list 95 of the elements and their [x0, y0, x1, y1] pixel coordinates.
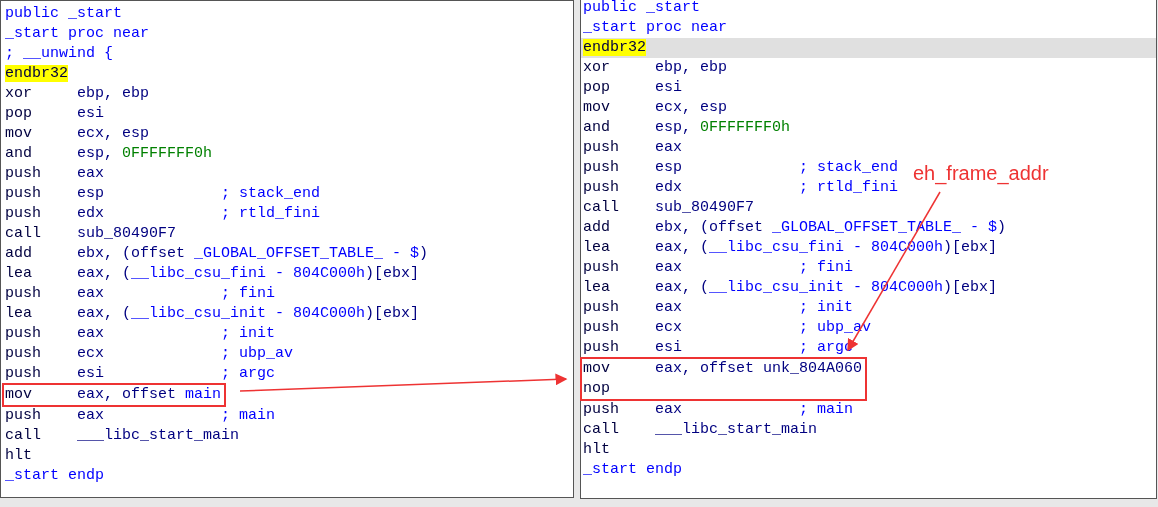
directive-text: _start endp — [5, 466, 105, 486]
instruction-mnemonic: push — [5, 285, 41, 302]
code-comment: ; argc — [221, 364, 275, 384]
instruction-mnemonic: push — [5, 185, 41, 202]
operand-text: edx — [77, 204, 105, 224]
instruction-mnemonic: lea — [5, 305, 32, 322]
operand-text: esp — [77, 184, 105, 204]
instruction-mnemonic: xor — [5, 85, 32, 102]
operand-text: eax — [655, 138, 682, 158]
instruction-mnemonic: nop — [583, 380, 610, 397]
code-comment: ; stack_end — [799, 158, 899, 178]
operand-text: eax — [655, 400, 683, 420]
instruction-mnemonic: xor — [583, 59, 610, 76]
instruction-mnemonic: and — [583, 119, 610, 136]
operand-text: sub_80490F7 — [655, 198, 755, 218]
code-comment: ; main — [799, 400, 853, 420]
instruction-mnemonic: push — [5, 345, 41, 362]
operand-text: esi — [655, 78, 682, 98]
instruction-mnemonic: mov — [5, 125, 32, 142]
operand-text: eax — [655, 258, 683, 278]
instruction-mnemonic: push — [5, 407, 41, 424]
operand-text: ecx — [77, 344, 105, 364]
instruction-mnemonic: push — [5, 165, 41, 182]
operand-text: ecx — [655, 318, 683, 338]
instruction-mnemonic: pop — [583, 79, 610, 96]
code-comment: ; argc — [799, 338, 853, 358]
directive-text: public _start — [5, 4, 123, 24]
instruction-mnemonic: mov — [583, 99, 610, 116]
instruction-mnemonic: push — [583, 159, 619, 176]
instruction-mnemonic: pop — [5, 105, 32, 122]
instruction-mnemonic: and — [5, 145, 32, 162]
directive-text: ; __unwind { — [5, 44, 114, 64]
operand-text: ebp, ebp — [655, 58, 727, 78]
directive-text: _start proc near — [583, 18, 728, 38]
code-comment: ; ubp_av — [221, 344, 293, 364]
instruction-mnemonic: push — [583, 299, 619, 316]
code-comment: ; init — [221, 324, 275, 344]
instruction-mnemonic: mov — [583, 360, 610, 377]
operand-text: sub_80490F7 — [77, 224, 177, 244]
operand-text: eax — [77, 164, 104, 184]
instruction-mnemonic: endbr32 — [583, 39, 646, 56]
operand-text: eax, offset unk_804A060 — [655, 359, 863, 379]
instruction-mnemonic: push — [5, 325, 41, 342]
operand-text: ebp, ebp — [77, 84, 149, 104]
instruction-mnemonic: push — [583, 319, 619, 336]
operand-text: edx — [655, 178, 683, 198]
instruction-mnemonic: hlt — [5, 447, 32, 464]
operand-text: esp — [655, 158, 683, 178]
instruction-mnemonic: push — [5, 365, 41, 382]
directive-text: _start endp — [583, 460, 683, 480]
operand-text: ebx, (offset _GLOBAL_OFFSET_TABLE_ - $) — [77, 244, 429, 264]
code-comment: ; rtld_fini — [799, 178, 899, 198]
operand-text: esi — [655, 338, 683, 358]
operand-text: ___libc_start_main — [655, 420, 818, 440]
operand-text: eax — [655, 298, 683, 318]
operand-text: esi — [77, 104, 104, 124]
instruction-mnemonic: push — [583, 139, 619, 156]
instruction-mnemonic: push — [5, 205, 41, 222]
instruction-mnemonic: call — [5, 225, 41, 242]
code-comment: ; fini — [799, 258, 853, 278]
instruction-mnemonic: push — [583, 401, 619, 418]
code-comment: ; rtld_fini — [221, 204, 321, 224]
operand-text: eax — [77, 324, 105, 344]
instruction-mnemonic: endbr32 — [5, 65, 68, 82]
operand-text: esp, 0FFFFFFF0h — [77, 144, 213, 164]
operand-text: eax, offset main — [77, 385, 222, 405]
code-comment: ; main — [221, 406, 275, 426]
operand-text: eax — [77, 284, 105, 304]
instruction-mnemonic: call — [5, 427, 41, 444]
operand-text: eax — [77, 406, 105, 426]
instruction-mnemonic: mov — [5, 386, 32, 403]
instruction-mnemonic: add — [5, 245, 32, 262]
instruction-mnemonic: lea — [583, 279, 610, 296]
instruction-mnemonic: push — [583, 259, 619, 276]
code-comment: ; init — [799, 298, 853, 318]
operand-text: eax, (__libc_csu_fini - 804C000h)[ebx] — [77, 264, 420, 284]
instruction-mnemonic: add — [583, 219, 610, 236]
instruction-mnemonic: call — [583, 199, 619, 216]
instruction-mnemonic: lea — [583, 239, 610, 256]
instruction-mnemonic: push — [583, 179, 619, 196]
instruction-mnemonic: call — [583, 421, 619, 438]
instruction-mnemonic: push — [583, 339, 619, 356]
operand-text: ___libc_start_main — [77, 426, 240, 446]
instruction-mnemonic: lea — [5, 265, 32, 282]
operand-text: ecx, esp — [77, 124, 149, 144]
operand-text: esi — [77, 364, 105, 384]
operand-text: ecx, esp — [655, 98, 727, 118]
code-comment: ; fini — [221, 284, 275, 304]
instruction-mnemonic: hlt — [583, 441, 610, 458]
directive-text: public _start — [583, 0, 701, 18]
annotation-label: eh_frame_addr — [913, 163, 1049, 183]
operand-text: eax, (__libc_csu_init - 804C000h)[ebx] — [77, 304, 420, 324]
code-comment: ; stack_end — [221, 184, 321, 204]
operand-text: esp, 0FFFFFFF0h — [655, 118, 791, 138]
directive-text: _start proc near — [5, 24, 150, 44]
